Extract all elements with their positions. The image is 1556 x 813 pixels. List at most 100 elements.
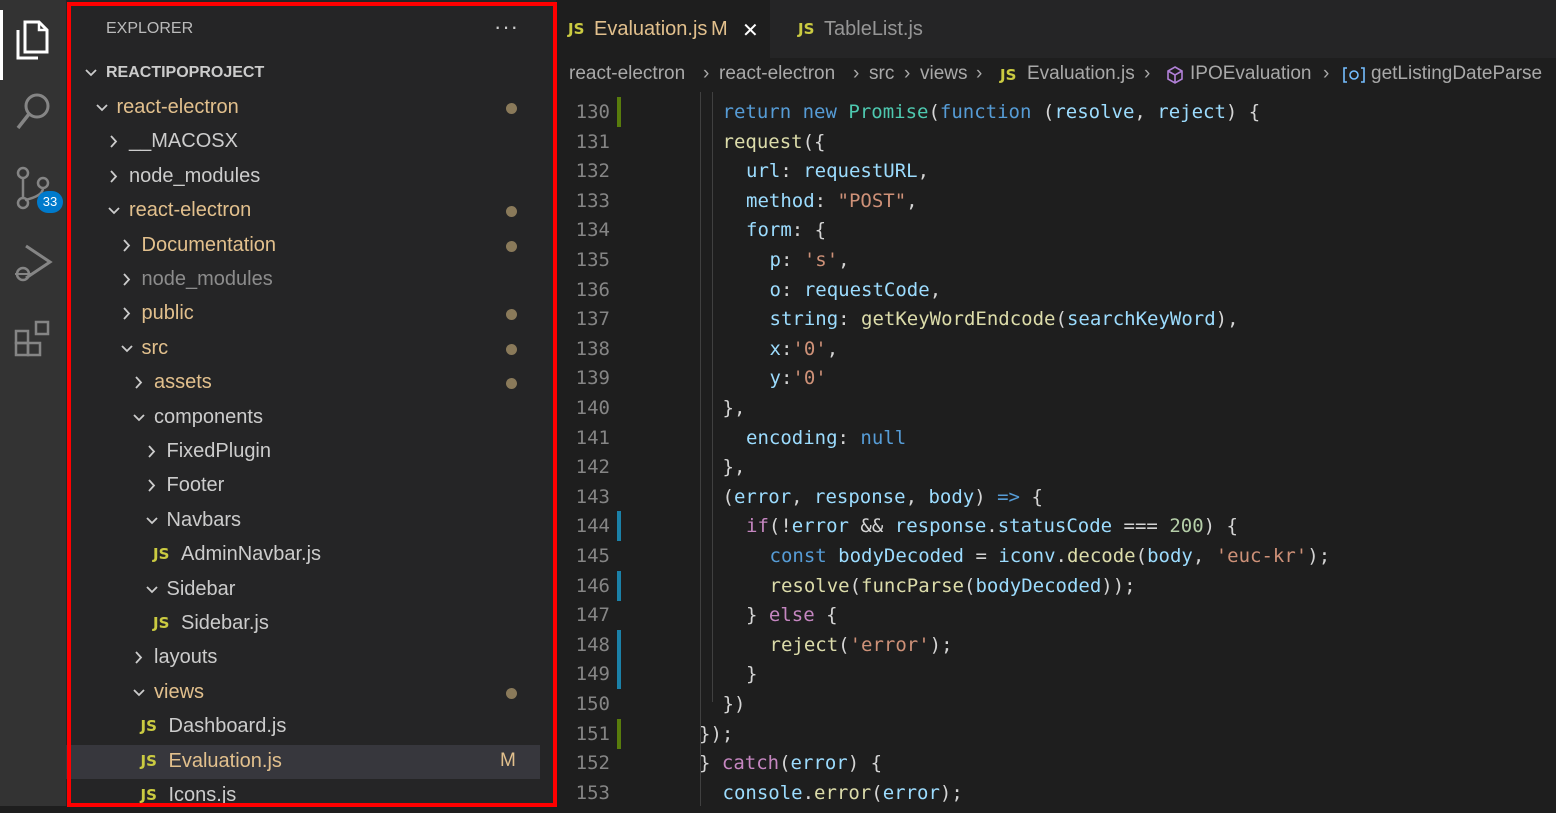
breadcrumb-item[interactable]: views	[920, 63, 968, 85]
code-line[interactable]: 140},	[556, 393, 1556, 423]
code-line[interactable]: 135 p: 's',	[556, 245, 1556, 275]
breadcrumb-item[interactable]: Evaluation.js	[1027, 63, 1135, 85]
code-line[interactable]: 130 return new Promise(function (resolve,…	[556, 97, 1556, 127]
tree-item-label: views	[154, 680, 205, 703]
more-actions-icon[interactable]: ···	[494, 14, 519, 40]
code-line[interactable]: 149}	[556, 659, 1556, 690]
code-text: }	[746, 663, 757, 685]
search-icon	[16, 93, 50, 130]
explorer-activity-button[interactable]	[0, 6, 66, 80]
code-token: searchKeyWord	[1066, 308, 1216, 331]
code-line[interactable]: 143 (error, response, body) => {	[556, 482, 1556, 512]
tab-tablelist-js[interactable]: JS TableList.js	[772, 0, 962, 58]
extensions-activity-button[interactable]	[0, 308, 66, 368]
code-line[interactable]: 134 form: {	[556, 215, 1556, 245]
code-line[interactable]: 145 const bodyDecoded = iconv.decode(body…	[556, 541, 1556, 571]
code-token: :	[838, 308, 862, 331]
code-token: (	[871, 781, 883, 804]
tab-evaluation-js[interactable]: JS Evaluation.js M ✕	[556, 0, 770, 58]
code-token: (	[1031, 101, 1055, 123]
line-number: 144	[575, 515, 610, 538]
folder-item[interactable]: components	[66, 401, 540, 435]
code-editor[interactable]: 130 return new Promise(function (resolve,…	[556, 92, 1556, 806]
code-token: catch	[721, 752, 780, 775]
code-line[interactable]: 152} catch(error) {	[556, 748, 1556, 778]
run-debug-activity-button[interactable]	[0, 232, 66, 292]
file-item[interactable]: JS Evaluation.js M	[66, 744, 540, 779]
breadcrumb-item[interactable]: getListingDateParse	[1371, 63, 1542, 85]
js-file-icon: JS	[568, 20, 585, 38]
code-token: );	[929, 633, 953, 656]
code-line[interactable]: 146 resolve(funcParse(bodyDecoded));	[556, 570, 1556, 601]
chevron-down-icon	[133, 413, 145, 421]
breadcrumb-item[interactable]: IPOEvaluation	[1190, 63, 1311, 85]
code-text: resolve(funcParse(bodyDecoded));	[770, 575, 1136, 597]
folder-item[interactable]: node_modules	[66, 160, 540, 194]
folder-item[interactable]: react-electron	[66, 91, 540, 125]
code-line[interactable]: 144 if(!error && response.statusCode === …	[556, 511, 1556, 542]
source-control-badge: 33	[37, 191, 63, 213]
file-item[interactable]: JS Sidebar.js	[66, 607, 540, 641]
folder-item[interactable]: react-electron	[66, 194, 540, 228]
code-token: (	[1135, 545, 1148, 567]
code-token: decode	[1066, 545, 1136, 567]
code-token: string	[769, 308, 839, 331]
folder-item[interactable]: assets	[66, 366, 540, 400]
workspace-root[interactable]: REACTIPOPROJECT	[66, 56, 540, 90]
code-token: );	[939, 781, 963, 804]
chevron-down-icon	[108, 207, 120, 215]
code-line[interactable]: 150})	[556, 689, 1556, 719]
folder-item[interactable]: __MACOSX	[66, 125, 540, 159]
tree-item-label: node_modules	[129, 164, 261, 187]
search-activity-button[interactable]	[0, 82, 66, 142]
js-file-icon: JS	[140, 751, 157, 770]
code-line[interactable]: 133 method: "POST",	[556, 186, 1556, 216]
folder-item[interactable]: layouts	[66, 641, 540, 675]
breadcrumb-item[interactable]: react-electron	[569, 63, 685, 85]
extensions-icon	[14, 320, 50, 357]
code-line[interactable]: 131 request({	[556, 127, 1556, 157]
code-token: requestCode	[803, 278, 930, 301]
line-number: 139	[575, 367, 610, 390]
gutter-change-marker	[617, 629, 621, 660]
folder-item[interactable]: src	[66, 332, 540, 366]
code-token: request	[722, 130, 803, 153]
code-token: response	[814, 485, 906, 508]
file-item[interactable]: JS Icons.js	[66, 779, 540, 813]
close-icon[interactable]: ✕	[742, 18, 759, 43]
breadcrumb-item[interactable]: src	[869, 63, 894, 85]
code-line[interactable]: 151});	[556, 718, 1556, 749]
folder-item[interactable]: Sidebar	[66, 573, 540, 607]
folder-item[interactable]: node_modules	[66, 263, 540, 297]
folder-item[interactable]: views	[66, 676, 540, 710]
code-line[interactable]: 132 url: requestURL,	[556, 156, 1556, 186]
code-line[interactable]: 148 reject('error');	[556, 629, 1556, 660]
code-line[interactable]: 137 string: getKeyWordEndcode(searchKeyWo…	[556, 304, 1556, 334]
code-line[interactable]: 142},	[556, 452, 1556, 482]
chevron-right-icon	[147, 479, 155, 492]
code-line[interactable]: 138 x:'0',	[556, 334, 1556, 364]
code-line[interactable]: 141 encoding: null	[556, 423, 1556, 453]
code-text: })	[723, 693, 746, 715]
file-item[interactable]: JS Dashboard.js	[66, 710, 540, 744]
folder-item[interactable]: Documentation	[66, 229, 540, 263]
breadcrumb-item[interactable]: react-electron	[719, 63, 835, 85]
code-line[interactable]: 147} else {	[556, 600, 1556, 630]
code-token: 'euc-kr'	[1215, 545, 1308, 567]
code-line[interactable]: 139 y:'0'	[556, 363, 1556, 393]
folder-item[interactable]: Navbars	[66, 504, 540, 538]
code-token: : {	[791, 219, 827, 242]
run-debug-icon	[15, 244, 53, 282]
code-token: '0'	[792, 337, 827, 360]
folder-item[interactable]: Footer	[66, 469, 540, 503]
tree-item-label: assets	[154, 371, 212, 394]
folder-item[interactable]: public	[66, 297, 540, 331]
chevron-right-icon: ›	[703, 63, 710, 84]
folder-item[interactable]: FixedPlugin	[66, 435, 540, 469]
code-token: 's'	[803, 249, 839, 271]
code-line[interactable]: 153 console.error(error);	[556, 778, 1556, 806]
code-token: funcParse	[861, 574, 964, 597]
code-line[interactable]: 136 o: requestCode,	[556, 275, 1556, 305]
file-item[interactable]: JS AdminNavbar.js	[66, 538, 540, 572]
